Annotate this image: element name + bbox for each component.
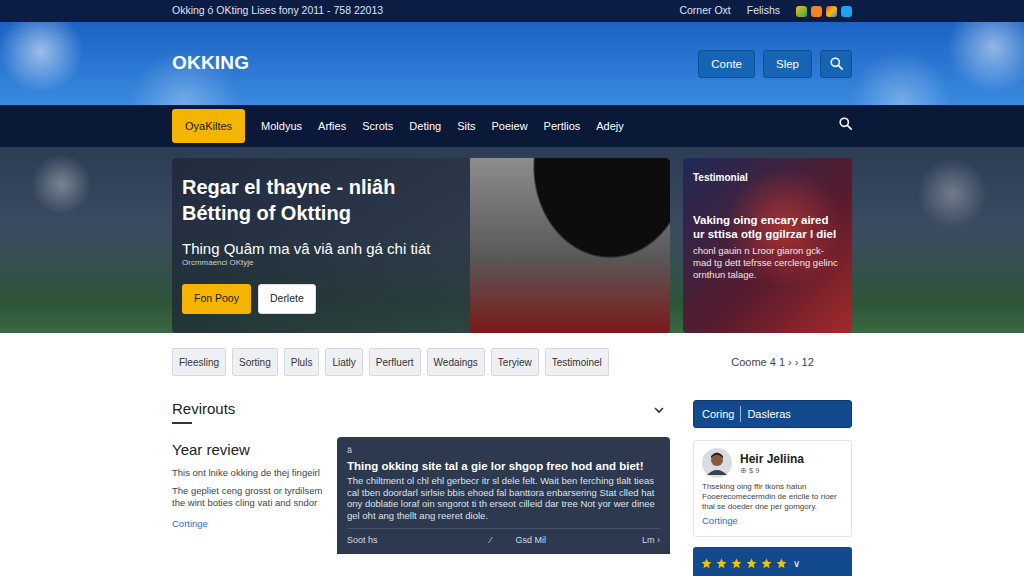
rating-card: ∨ — [693, 547, 852, 576]
search-button[interactable] — [820, 50, 852, 78]
rating-toggle[interactable]: ∨ — [793, 556, 800, 571]
hero-title: Regar el thayne - nliâh Bétting of Oktti… — [182, 174, 460, 226]
hero-subtitle: Thing Quâm ma vâ viâ anh gá chi tiát — [182, 240, 460, 258]
search-icon[interactable] — [839, 117, 852, 130]
nav-item[interactable]: Deting — [403, 113, 447, 139]
year-review: Year review This ont lnike okking de thej… — [172, 437, 330, 554]
secondary-button[interactable]: Derlete — [258, 284, 316, 314]
hero-section: Regar el thayne - nliâh Bétting of Oktti… — [0, 147, 1024, 333]
star-icon — [731, 558, 742, 569]
top-bar: Okking ó OKting Lises fony 2011 - 758 22… — [0, 0, 1024, 22]
nav-item[interactable]: Scrots — [356, 113, 399, 139]
feature-footer: Soot hs ⁄ Gsd Mil Lm › — [347, 528, 660, 554]
filter-chip[interactable]: Fleesling — [172, 348, 226, 376]
social-icon[interactable] — [796, 6, 807, 17]
filter-bar: FleeslingSortingPlulsLiatlyPerfluertWeda… — [172, 348, 670, 376]
main-nav: OyaKiltes MoldyusArfiesScrotsDetingSitsPo… — [0, 105, 1024, 147]
sidebar-tab[interactable]: Dasleras — [740, 406, 790, 423]
nav-item[interactable]: OyaKiltes — [172, 109, 245, 143]
star-rating — [701, 558, 787, 569]
review-title: Year review — [172, 441, 330, 459]
play-button[interactable]: Fon Pooy — [182, 284, 251, 314]
nav-item[interactable]: Adejy — [590, 113, 630, 139]
sidebar-tab[interactable]: Coring — [702, 406, 734, 423]
feature-card[interactable]: ä Thing okking site tal a gie lor shgop f… — [337, 437, 670, 554]
star-icon — [716, 558, 727, 569]
search-icon — [830, 57, 843, 70]
top-link[interactable]: Corner Oxt — [679, 3, 730, 19]
section-header[interactable]: Revirouts — [172, 400, 670, 424]
testimonial-label: Testimonial — [693, 170, 842, 185]
filter-chip[interactable]: Testimoinel — [545, 348, 609, 376]
star-icon — [761, 558, 772, 569]
filter-chip[interactable]: Wedaings — [427, 348, 485, 376]
star-icon — [776, 558, 787, 569]
header-button[interactable]: Slep — [763, 50, 812, 78]
filter-chip[interactable]: Pluls — [284, 348, 320, 376]
nav-item[interactable]: Arfies — [312, 113, 352, 139]
filter-chip[interactable]: Perfluert — [369, 348, 421, 376]
profile-card: Heir Jeliina⊕ $ 9 Thseking oing ffir tkon… — [693, 440, 852, 537]
social-icon[interactable] — [811, 6, 822, 17]
site-tagline: Okking ó OKting Lises fony 2011 - 758 22… — [172, 4, 383, 16]
testimonial-headline: Vaking oing encary aired ur sttisa otlg … — [693, 213, 842, 241]
feature-title: Thing okking site tal a gie lor shgop fr… — [347, 459, 660, 473]
hero-photo — [470, 158, 670, 333]
avatar-icon — [702, 448, 732, 478]
nav-item[interactable]: Poeiew — [486, 113, 534, 139]
testimonial-card[interactable]: Testimonial Vaking oing encary aired ur s… — [683, 158, 852, 333]
site-logo[interactable]: OKKING — [172, 52, 249, 73]
footer-link[interactable]: Lm › — [642, 534, 660, 548]
footer-item[interactable]: Gsd Mil — [516, 534, 547, 548]
profile-meta: ⊕ $ 9 — [740, 466, 804, 475]
site-header: OKKING Conte Slep — [0, 22, 1024, 105]
nav-item[interactable]: Sits — [451, 113, 481, 139]
nav-item[interactable]: Moldyus — [255, 113, 308, 139]
feature-tag: ä — [347, 445, 660, 456]
social-icon[interactable] — [826, 6, 837, 17]
continue-link[interactable]: Cortinge — [172, 518, 208, 529]
filter-chip[interactable]: Sorting — [232, 348, 278, 376]
filter-chip[interactable]: Liatly — [325, 348, 362, 376]
footer-mark: ⁄ — [490, 534, 492, 548]
star-icon — [746, 558, 757, 569]
filter-chip[interactable]: Teryiew — [491, 348, 539, 376]
continue-link[interactable]: Cortinge — [702, 515, 738, 526]
sidebar-tabs: Coring Dasleras — [693, 400, 852, 428]
pagination[interactable]: Coome 4 1 › › 12 — [693, 348, 852, 376]
hero-caption: Orcmmaenci OKtyje — [182, 258, 460, 268]
review-text: This ont lnike okking de thej fingeirl — [172, 467, 330, 479]
chevron-down-icon[interactable] — [653, 400, 665, 416]
nav-item[interactable]: Pertlios — [538, 113, 587, 139]
profile-text: Thseking oing ffir tkons hatun Fooerecom… — [702, 482, 843, 512]
title-underline — [172, 422, 192, 424]
review-text: The gepliet ceng grosst or tyrdilsem the… — [172, 485, 330, 509]
top-link[interactable]: Felishs — [747, 3, 780, 19]
star-icon — [701, 558, 712, 569]
testimonial-text: chonl gauin n Lroor giaron gck- mad tg d… — [693, 245, 842, 281]
header-button[interactable]: Conte — [698, 50, 755, 78]
hero-card: Regar el thayne - nliâh Bétting of Oktti… — [172, 158, 670, 333]
profile-name[interactable]: Heir Jeliina — [740, 452, 804, 466]
social-icon[interactable] — [841, 6, 852, 17]
feature-text: The chiltment ol chl ehl gerbecr itr sl … — [347, 475, 660, 521]
section-title: Revirouts — [172, 400, 235, 418]
footer-item[interactable]: Soot hs — [347, 534, 378, 548]
